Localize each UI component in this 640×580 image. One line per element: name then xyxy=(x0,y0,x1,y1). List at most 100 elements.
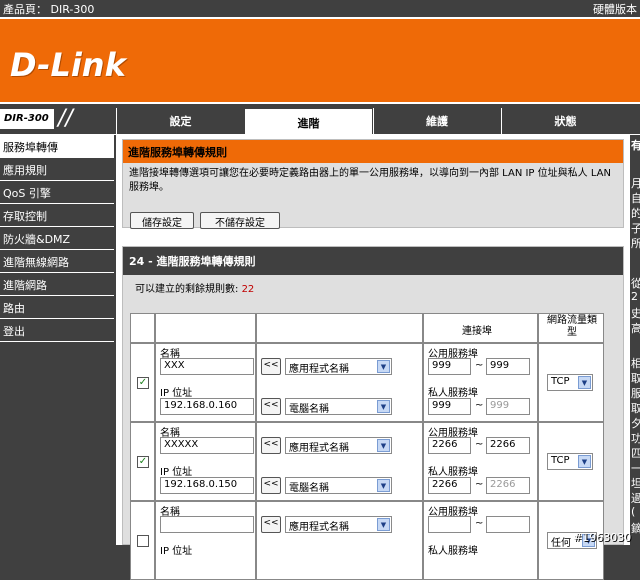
help-strip-char: 高 xyxy=(631,322,640,335)
help-strip-char: 取 xyxy=(631,372,640,385)
sidebar-item-firewall-dmz[interactable]: 防火牆&DMZ xyxy=(0,227,114,250)
rule-enable-checkbox[interactable]: ✓ xyxy=(137,456,149,468)
header-cell-port: 連接埠 xyxy=(423,313,538,343)
chevron-down-icon: ▼ xyxy=(377,439,390,452)
traffic-column-header: 網路流量類型 xyxy=(547,315,597,338)
computer-name-select[interactable]: 電腦名稱 ▼ xyxy=(285,398,392,415)
public-port-end-input[interactable] xyxy=(486,516,530,533)
tab-advanced[interactable]: 進階 xyxy=(245,109,372,134)
help-strip: 有 月 自 的 子 所 從 2 史 高 相 取 服 取 夕 功 匹 一 坦 過 … xyxy=(630,135,640,545)
chevron-down-icon: ▼ xyxy=(377,518,390,531)
tab-maintenance[interactable]: 維護 xyxy=(373,108,500,134)
tab-setup[interactable]: 設定 xyxy=(116,108,244,134)
apply-app-name-button[interactable]: << xyxy=(261,437,281,454)
sidebar-item-routing[interactable]: 路由 xyxy=(0,296,114,319)
public-port-start-input[interactable]: 2266 xyxy=(428,437,471,454)
rule-select-cell: << 應用程式名稱 ▼ xyxy=(256,501,423,580)
brand-banner: D-Link xyxy=(0,17,640,104)
app-name-select[interactable]: 應用程式名稱 ▼ xyxy=(285,358,392,375)
sidebar-item-advanced-network[interactable]: 進階網路 xyxy=(0,273,114,296)
range-separator: ~ xyxy=(475,360,484,371)
help-strip-char: 功 xyxy=(631,432,640,445)
sidebar-item-advanced-wireless[interactable]: 進階無線網路 xyxy=(0,250,114,273)
main-tab-bar: DIR-300 // 設定 進階 維護 狀態 xyxy=(0,104,640,135)
sidebar-item-logout[interactable]: 登出 xyxy=(0,319,114,342)
sidebar-item-qos-engine[interactable]: QoS 引擎 xyxy=(0,181,114,204)
header-cell-blank xyxy=(155,313,256,343)
range-separator: ~ xyxy=(475,439,484,450)
private-port-start-input[interactable]: 999 xyxy=(428,398,471,415)
rule-ip-input[interactable]: 192.168.0.150 xyxy=(160,477,254,494)
public-port-end-input[interactable]: 2266 xyxy=(486,437,530,454)
sidebar-item-access-control[interactable]: 存取控制 xyxy=(0,204,114,227)
table-row xyxy=(130,501,155,580)
range-separator: ~ xyxy=(475,518,484,529)
rule-enable-checkbox[interactable]: ✓ xyxy=(137,377,149,389)
app-name-select-value: 應用程式名稱 xyxy=(289,522,349,533)
help-strip-char: 所 xyxy=(631,237,640,250)
intro-description: 進階接埠轉傳選項可讓您在必要時定義路由器上的單一公用服務埠，以導向到一內部 LA… xyxy=(129,168,611,193)
intro-title: 進階服務埠轉傳規則 xyxy=(123,140,623,163)
apply-app-name-button[interactable]: << xyxy=(261,358,281,375)
save-settings-button[interactable]: 儲存設定 xyxy=(130,212,194,229)
header-cell-blank xyxy=(130,313,155,343)
app-name-select[interactable]: 應用程式名稱 ▼ xyxy=(285,516,392,533)
main-content: 進階服務埠轉傳規則 進階接埠轉傳選項可讓您在必要時定義路由器上的單一公用服務埠，… xyxy=(116,135,630,580)
slash-decoration-icon: // xyxy=(58,106,73,131)
private-port-start-input[interactable]: 2266 xyxy=(428,477,471,494)
traffic-type-value: TCP xyxy=(551,455,570,466)
range-separator: ~ xyxy=(475,400,484,411)
help-strip-char: 自 xyxy=(631,192,640,205)
remaining-rules-count: 22 xyxy=(241,284,255,295)
rule-port-cell: 公用服務埠 999 ~ 999 私人服務埠 999 ~ 999 xyxy=(423,343,538,422)
sidebar-item-port-forwarding[interactable]: 服務埠轉傳 xyxy=(0,135,114,158)
rule-name-input[interactable] xyxy=(160,516,254,533)
help-strip-char: 過 xyxy=(631,492,640,505)
range-separator: ~ xyxy=(475,479,484,490)
help-strip-char: 月 xyxy=(631,177,640,190)
dont-save-settings-button[interactable]: 不儲存設定 xyxy=(200,212,280,229)
computer-name-select-value: 電腦名稱 xyxy=(289,483,329,494)
header-cell-traffic: 網路流量類型 xyxy=(538,313,604,343)
app-name-select[interactable]: 應用程式名稱 ▼ xyxy=(285,437,392,454)
rule-enable-checkbox[interactable] xyxy=(137,535,149,547)
apply-computer-name-button[interactable]: << xyxy=(261,477,281,494)
rule-ip-input[interactable]: 192.168.0.160 xyxy=(160,398,254,415)
chevron-down-icon: ▼ xyxy=(377,479,390,492)
computer-name-select-value: 電腦名稱 xyxy=(289,404,329,415)
tab-status[interactable]: 狀態 xyxy=(501,108,629,134)
rule-name-ip-cell: 名稱 IP 位址 xyxy=(155,501,256,580)
public-port-end-input[interactable]: 999 xyxy=(486,358,530,375)
private-port-end-input: 999 xyxy=(486,398,530,415)
traffic-type-value: 任何 xyxy=(551,538,571,549)
port-column-header: 連接埠 xyxy=(462,326,492,337)
rule-name-input[interactable]: XXXXX xyxy=(160,437,254,454)
help-strip-char: 相 xyxy=(631,357,640,370)
help-strip-char: 取 xyxy=(631,402,640,415)
apply-app-name-button[interactable]: << xyxy=(261,516,281,533)
traffic-type-select[interactable]: TCP ▼ xyxy=(547,453,593,470)
rule-select-cell: << 應用程式名稱 ▼ << 電腦名稱 ▼ xyxy=(256,343,423,422)
public-port-start-input[interactable] xyxy=(428,516,471,533)
remaining-rules-label: 可以建立的剩餘規則數: xyxy=(135,284,239,295)
rules-title: 24 - 進階服務埠轉傳規則 xyxy=(123,247,623,275)
help-strip-char: 從 xyxy=(631,277,640,290)
computer-name-select[interactable]: 電腦名稱 ▼ xyxy=(285,477,392,494)
sidebar-item-application-rules[interactable]: 應用規則 xyxy=(0,158,114,181)
help-strip-char: 服 xyxy=(631,387,640,400)
top-bar: 產品頁： DIR-300 硬體版本 xyxy=(0,0,640,17)
chevron-down-icon: ▼ xyxy=(377,360,390,373)
rule-traffic-cell: TCP ▼ xyxy=(538,422,604,501)
sidebar: 服務埠轉傳 應用規則 QoS 引擎 存取控制 防火牆&DMZ 進階無線網路 進階… xyxy=(0,135,114,545)
rule-name-input[interactable]: XXX xyxy=(160,358,254,375)
help-strip-char: 的 xyxy=(631,207,640,220)
rule-name-ip-cell: 名稱 XXXXX IP 位址 192.168.0.150 xyxy=(155,422,256,501)
rule-name-ip-cell: 名稱 XXX IP 位址 192.168.0.160 xyxy=(155,343,256,422)
rules-panel: 24 - 進階服務埠轉傳規則 可以建立的剩餘規則數: 22 連接埠 網路流量類型… xyxy=(122,246,624,580)
rule-port-cell: 公用服務埠 2266 ~ 2266 私人服務埠 2266 ~ 2266 xyxy=(423,422,538,501)
apply-computer-name-button[interactable]: << xyxy=(261,398,281,415)
model-badge: DIR-300 xyxy=(0,109,54,129)
public-port-start-input[interactable]: 999 xyxy=(428,358,471,375)
app-name-select-value: 應用程式名稱 xyxy=(289,364,349,375)
traffic-type-select[interactable]: TCP ▼ xyxy=(547,374,593,391)
